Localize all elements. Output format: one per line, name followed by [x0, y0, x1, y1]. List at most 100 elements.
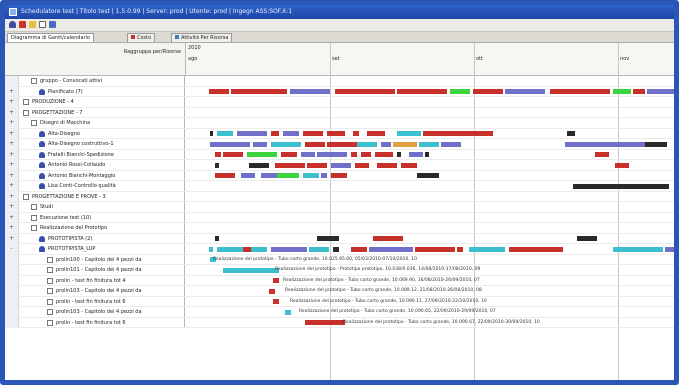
gantt-task-bar[interactable]	[409, 152, 423, 157]
chart-icon[interactable]	[49, 21, 56, 28]
tree-row[interactable]: + Esecuzione test (10)	[5, 212, 674, 223]
gantt-task-bar[interactable]	[217, 131, 233, 136]
gantt-task-bar[interactable]	[505, 89, 545, 94]
gantt-task-bar[interactable]	[361, 152, 371, 157]
gantt-task-bar[interactable]	[351, 246, 367, 252]
gantt-task-bar[interactable]	[353, 131, 359, 136]
expand-toggle[interactable]: +	[5, 128, 19, 138]
gantt-task-bar[interactable]	[249, 162, 269, 168]
gantt-task-bar[interactable]	[309, 246, 329, 252]
gantt-task-bar[interactable]	[417, 173, 439, 178]
gantt-task-bar[interactable]	[355, 162, 369, 168]
gantt-task-bar[interactable]	[393, 141, 417, 147]
gantt-task-bar[interactable]	[317, 236, 339, 241]
expand-toggle[interactable]: +	[5, 118, 19, 128]
gantt-task-bar[interactable]	[273, 278, 279, 283]
gantt-task-bar[interactable]	[425, 152, 429, 157]
gantt-task-bar[interactable]	[577, 236, 597, 241]
gantt-task-bar[interactable]	[369, 246, 413, 252]
tree-row[interactable]: + Realizzazione del Prototipo	[5, 223, 674, 234]
gantt-task-bar[interactable]	[595, 152, 609, 157]
gantt-task-bar[interactable]	[331, 173, 347, 178]
gantt-task-bar[interactable]	[303, 131, 323, 136]
gantt-task-bar[interactable]	[305, 320, 345, 325]
gantt-task-bar[interactable]	[215, 173, 235, 178]
expand-toggle[interactable]: +	[5, 223, 19, 233]
gantt-task-bar[interactable]	[335, 89, 395, 94]
gantt-task-bar[interactable]	[333, 246, 339, 252]
expand-toggle[interactable]: +	[5, 202, 19, 212]
expand-toggle[interactable]: +	[5, 181, 19, 191]
gantt-task-bar[interactable]	[210, 131, 213, 136]
tab-gantt[interactable]: Diagramma di Gantt/calendario	[7, 33, 95, 42]
gantt-task-bar[interactable]	[613, 246, 663, 252]
expand-toggle[interactable]: +	[5, 233, 19, 243]
gantt-task-bar[interactable]	[275, 162, 305, 168]
flag-icon[interactable]	[19, 21, 26, 28]
gantt-task-bar[interactable]	[573, 183, 669, 189]
gantt-task-bar[interactable]	[401, 162, 417, 168]
gantt-task-bar[interactable]	[419, 141, 439, 147]
gantt-task-bar[interactable]	[271, 246, 307, 252]
gantt-task-bar[interactable]	[357, 141, 377, 147]
tree-row[interactable]: + Studi	[5, 202, 674, 213]
gantt-task-bar[interactable]	[210, 141, 250, 147]
gantt-task-bar[interactable]	[327, 131, 345, 136]
gantt-task-bar[interactable]	[550, 89, 610, 94]
gantt-task-bar[interactable]	[397, 131, 421, 136]
gantt-task-bar[interactable]	[327, 141, 357, 147]
gantt-task-bar[interactable]	[247, 152, 277, 157]
gantt-task-bar[interactable]	[331, 162, 351, 168]
gantt-task-bar[interactable]	[307, 162, 327, 168]
gantt-task-bar[interactable]	[469, 246, 505, 252]
expand-toggle[interactable]: +	[5, 107, 19, 117]
gantt-task-bar[interactable]	[633, 89, 645, 94]
gantt-task-bar[interactable]	[273, 299, 279, 304]
gantt-task-bar[interactable]	[271, 141, 301, 147]
gantt-task-bar[interactable]	[567, 131, 575, 136]
user-icon[interactable]	[9, 21, 16, 28]
gantt-task-bar[interactable]	[303, 173, 319, 178]
gantt-task-bar[interactable]	[285, 309, 291, 315]
gantt-task-bar[interactable]	[243, 246, 251, 252]
gantt-task-bar[interactable]	[305, 141, 325, 147]
expand-toggle[interactable]: +	[5, 139, 19, 149]
gantt-task-bar[interactable]	[215, 236, 219, 241]
tree-row[interactable]: + Disegni di Macchina	[5, 118, 674, 129]
gantt-task-bar[interactable]	[277, 173, 299, 178]
gantt-task-bar[interactable]	[231, 89, 287, 94]
gantt-task-bar[interactable]	[223, 152, 243, 157]
gantt-task-bar[interactable]	[645, 141, 667, 147]
tab-attivita-risorsa[interactable]: Attività Per Risorsa	[171, 33, 233, 42]
gantt-task-bar[interactable]	[351, 152, 357, 157]
gantt-task-bar[interactable]	[269, 288, 275, 294]
gantt-task-bar[interactable]	[375, 152, 393, 157]
tree-row[interactable]: + PRODUZIONE - 4	[5, 97, 674, 108]
gantt-task-bar[interactable]	[665, 246, 674, 252]
expand-toggle[interactable]: +	[5, 149, 19, 159]
expand-toggle[interactable]: +	[5, 86, 19, 96]
gantt-task-bar[interactable]	[613, 89, 631, 94]
gantt-task-bar[interactable]	[283, 131, 299, 136]
gantt-task-bar[interactable]	[253, 141, 267, 147]
expand-toggle[interactable]: +	[5, 97, 19, 107]
gantt-task-bar[interactable]	[215, 162, 219, 168]
gantt-task-bar[interactable]	[321, 173, 327, 178]
gantt-task-bar[interactable]	[215, 152, 221, 157]
gantt-task-bar[interactable]	[423, 131, 463, 136]
gantt-task-bar[interactable]	[397, 152, 401, 157]
gantt-task-bar[interactable]	[209, 246, 213, 252]
gantt-task-bar[interactable]	[209, 89, 229, 94]
gantt-task-bar[interactable]	[223, 267, 279, 273]
tree-row[interactable]: - PROTOTIPISTA_LUP	[5, 244, 674, 255]
gantt-task-bar[interactable]	[237, 131, 267, 136]
gantt-task-bar[interactable]	[473, 89, 503, 94]
tree-row[interactable]: + PROGETTAZIONE E PROVE - 3	[5, 191, 674, 202]
gantt-task-bar[interactable]	[281, 152, 297, 157]
gantt-task-bar[interactable]	[441, 141, 461, 147]
gantt-task-bar[interactable]	[367, 131, 385, 136]
tree-row[interactable]: + PROTOTIPISTA (2)	[5, 233, 674, 244]
expand-toggle[interactable]: +	[5, 191, 19, 201]
gantt-task-bar[interactable]	[317, 152, 347, 157]
gantt-task-bar[interactable]	[450, 89, 470, 94]
